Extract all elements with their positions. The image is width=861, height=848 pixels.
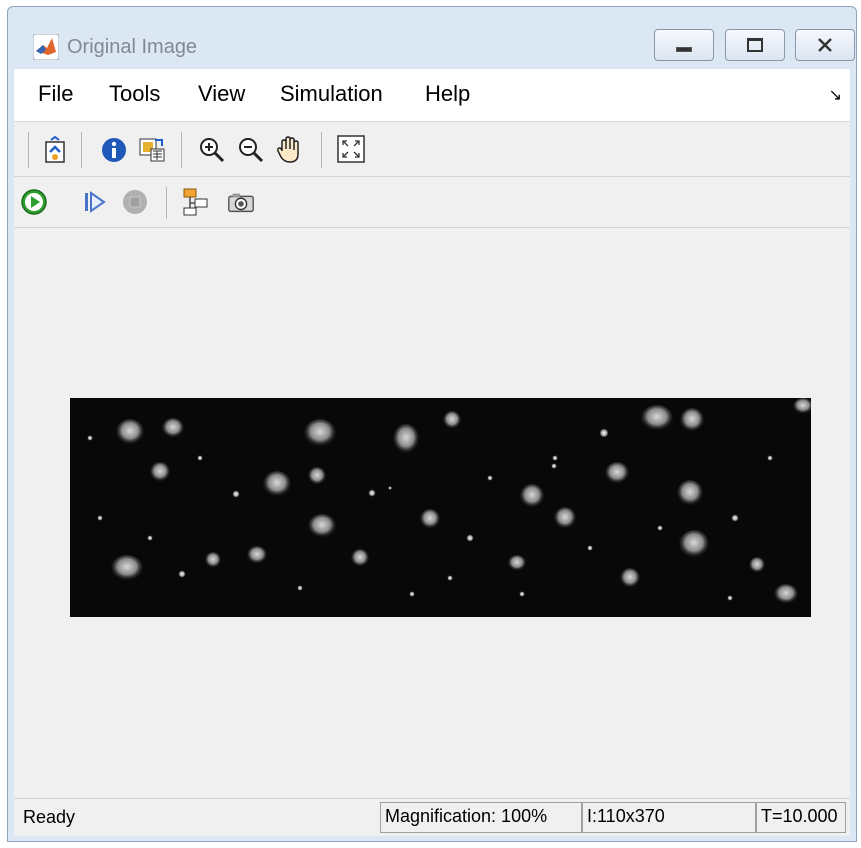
maximize-button[interactable] [725, 29, 785, 61]
highlight-model-button[interactable] [181, 187, 211, 217]
status-ready: Ready [23, 807, 76, 827]
image-info-button[interactable] [99, 135, 129, 165]
menu-tools[interactable]: Tools [109, 81, 160, 107]
zoom-in-icon [200, 138, 225, 163]
minimize-button[interactable] [654, 29, 714, 61]
simulation-toolbar [14, 177, 850, 228]
snapshot-icon [228, 193, 254, 213]
step-forward-button[interactable] [80, 187, 110, 217]
colormap-icon [139, 138, 165, 162]
fit-to-window-icon [337, 135, 365, 163]
run-button[interactable] [19, 187, 49, 217]
menu-simulation[interactable]: Simulation [280, 81, 383, 107]
image-viewer-area [14, 228, 850, 798]
matlab-logo-icon [33, 34, 59, 60]
menu-help[interactable]: Help [425, 81, 470, 107]
pan-hand-icon [277, 136, 299, 163]
export-to-workspace-icon [45, 136, 65, 163]
highlight-model-icon [183, 188, 208, 216]
stop-icon [123, 190, 147, 214]
fit-to-window-button[interactable] [336, 134, 366, 164]
image-content [70, 398, 811, 617]
info-icon [102, 138, 126, 162]
minimize-icon [676, 46, 692, 52]
menu-bar: File Tools View Simulation Help ↘ [14, 69, 850, 122]
app-window: Original Image File Tools View Simulatio… [7, 6, 857, 842]
menu-view[interactable]: View [198, 81, 245, 107]
close-button[interactable] [795, 29, 855, 61]
image-toolbar [14, 122, 850, 177]
zoom-out-button[interactable] [236, 135, 266, 165]
stop-button[interactable] [120, 187, 150, 217]
magnification-field: Magnification: 100% [380, 802, 582, 833]
sim-time-field: T=10.000 [756, 802, 846, 833]
step-forward-icon [85, 191, 106, 213]
close-icon [818, 38, 832, 52]
run-icon [21, 189, 47, 215]
zoom-out-icon [239, 138, 264, 163]
window-title: Original Image [67, 36, 198, 58]
image-size-field: I:110x370 [582, 802, 756, 833]
zoom-in-button[interactable] [197, 135, 227, 165]
toolbar-separator [321, 132, 322, 168]
original-image-display[interactable] [70, 398, 811, 617]
menu-file[interactable]: File [38, 81, 73, 107]
maximize-icon [747, 38, 763, 52]
toolbar-separator [81, 132, 82, 168]
dock-arrow-icon[interactable]: ↘ [829, 85, 842, 105]
toolbar-separator [181, 132, 182, 168]
snapshot-button[interactable] [226, 187, 256, 217]
pan-button[interactable] [274, 135, 304, 165]
export-button[interactable] [40, 135, 70, 165]
status-bar: Ready Magnification: 100% I:110x370 T=10… [14, 798, 850, 836]
toolbar-grip [28, 132, 29, 168]
toolbar-separator [166, 187, 167, 219]
client-area: File Tools View Simulation Help ↘ Ready … [14, 69, 850, 836]
colormap-button[interactable] [137, 135, 167, 165]
title-bar[interactable]: Original Image [8, 7, 856, 69]
